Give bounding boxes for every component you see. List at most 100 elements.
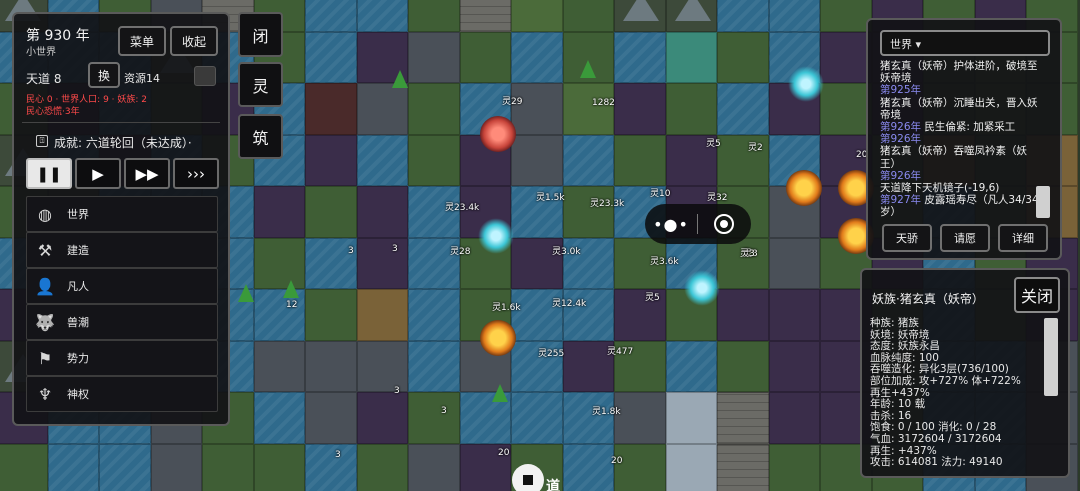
map-tile[interactable]: [408, 289, 460, 341]
map-tile[interactable]: [305, 392, 357, 444]
event-log[interactable]: 猪玄真（妖帝）护体进阶，破境至妖帝境 第925年 猪玄真（妖帝）沉睡出关，晋入妖…: [880, 60, 1042, 220]
log-scrollbar[interactable]: [1036, 186, 1050, 218]
map-tile[interactable]: [562, 392, 614, 444]
seclusion-button[interactable]: 闭: [238, 12, 283, 57]
play-button[interactable]: ▶: [75, 158, 121, 189]
map-tile[interactable]: [305, 289, 357, 341]
spirit-crystal-icon[interactable]: [684, 270, 720, 306]
map-tile[interactable]: [820, 31, 872, 83]
character-scrollbar[interactable]: [1044, 318, 1058, 396]
map-tile[interactable]: [614, 443, 666, 491]
map-tile[interactable]: [356, 83, 408, 135]
map-tile[interactable]: [665, 340, 717, 392]
spirit-crystal-icon[interactable]: [788, 66, 824, 102]
map-tile[interactable]: [614, 134, 666, 186]
map-tile[interactable]: [562, 0, 614, 32]
map-tile[interactable]: [253, 340, 305, 392]
map-tile[interactable]: [459, 0, 511, 32]
map-tile[interactable]: [665, 31, 717, 83]
map-tile[interactable]: [562, 83, 614, 135]
close-target-icon[interactable]: [698, 214, 750, 234]
map-tile[interactable]: [562, 443, 614, 491]
stop-button[interactable]: [512, 464, 544, 491]
achievement-text[interactable]: 成就: 六道轮回（未达成）·: [54, 134, 192, 151]
pause-button[interactable]: ❚❚: [26, 158, 72, 189]
map-tile[interactable]: [768, 392, 820, 444]
map-tile[interactable]: [717, 0, 769, 32]
map-tile[interactable]: [511, 83, 563, 135]
map-tile[interactable]: [356, 0, 408, 32]
map-tile[interactable]: [614, 392, 666, 444]
map-tile[interactable]: [614, 83, 666, 135]
slot-button[interactable]: [194, 66, 216, 86]
map-tile[interactable]: [305, 31, 357, 83]
tool-mortals[interactable]: 👤 凡人: [26, 268, 218, 304]
map-tile[interactable]: [253, 186, 305, 238]
map-tile[interactable]: [717, 340, 769, 392]
map-tile[interactable]: [408, 0, 460, 32]
map-tile[interactable]: [665, 443, 717, 491]
prodigy-button[interactable]: 天骄: [882, 224, 932, 252]
map-tile[interactable]: [717, 83, 769, 135]
foundation-button[interactable]: 筑: [238, 114, 283, 159]
map-tile[interactable]: [768, 237, 820, 289]
map-tile[interactable]: [356, 186, 408, 238]
tool-build[interactable]: ⚒ 建造: [26, 232, 218, 268]
map-tile[interactable]: [408, 340, 460, 392]
fire-portal-icon[interactable]: [480, 320, 516, 356]
map-tile[interactable]: [768, 0, 820, 32]
map-tile[interactable]: [305, 340, 357, 392]
map-tile[interactable]: [356, 392, 408, 444]
map-tile[interactable]: [356, 340, 408, 392]
tool-divine-power[interactable]: ♆ 神权: [26, 376, 218, 412]
map-tile[interactable]: [150, 443, 202, 491]
map-tile[interactable]: [820, 83, 872, 135]
rose-flower-icon[interactable]: [480, 116, 516, 152]
tool-factions[interactable]: ⚑ 势力: [26, 340, 218, 376]
map-tile[interactable]: [614, 0, 666, 32]
map-tile[interactable]: [99, 443, 151, 491]
collapse-button[interactable]: 收起: [170, 26, 218, 56]
map-tile[interactable]: [768, 443, 820, 491]
map-tile[interactable]: [511, 0, 563, 32]
fire-portal-icon[interactable]: [786, 170, 822, 206]
tool-world[interactable]: ◍ 世界: [26, 196, 218, 232]
map-tile[interactable]: [356, 443, 408, 491]
close-button[interactable]: 关闭: [1014, 277, 1060, 313]
map-tile[interactable]: [305, 83, 357, 135]
map-tile[interactable]: [665, 0, 717, 32]
map-tile[interactable]: [253, 392, 305, 444]
map-tile[interactable]: [614, 31, 666, 83]
map-tile[interactable]: [511, 31, 563, 83]
spirit-button[interactable]: 灵: [238, 62, 283, 107]
map-tile[interactable]: [47, 443, 99, 491]
map-tile[interactable]: [562, 186, 614, 238]
map-tile[interactable]: [356, 289, 408, 341]
map-tile[interactable]: [511, 134, 563, 186]
fastest-button[interactable]: ›››: [173, 158, 219, 189]
map-tile[interactable]: [717, 392, 769, 444]
map-tile[interactable]: [305, 134, 357, 186]
map-tile[interactable]: [408, 134, 460, 186]
petition-button[interactable]: 请愿: [940, 224, 990, 252]
map-tile[interactable]: [768, 289, 820, 341]
map-tile[interactable]: [562, 134, 614, 186]
map-tile[interactable]: [408, 392, 460, 444]
map-tile[interactable]: [511, 392, 563, 444]
map-tile[interactable]: [717, 443, 769, 491]
details-button[interactable]: 详细: [998, 224, 1048, 252]
menu-button[interactable]: 菜单: [118, 26, 166, 56]
map-tile[interactable]: [253, 443, 305, 491]
map-tile[interactable]: [305, 0, 357, 32]
map-tile[interactable]: [356, 237, 408, 289]
map-tile[interactable]: [408, 31, 460, 83]
more-icon[interactable]: •●•: [645, 215, 697, 234]
map-tile[interactable]: [717, 289, 769, 341]
map-tile[interactable]: [665, 83, 717, 135]
map-tile[interactable]: [305, 186, 357, 238]
map-tile[interactable]: [202, 443, 254, 491]
swap-button[interactable]: 换: [88, 62, 120, 88]
map-tile[interactable]: [459, 31, 511, 83]
map-tile[interactable]: [717, 31, 769, 83]
map-tile[interactable]: [408, 83, 460, 135]
